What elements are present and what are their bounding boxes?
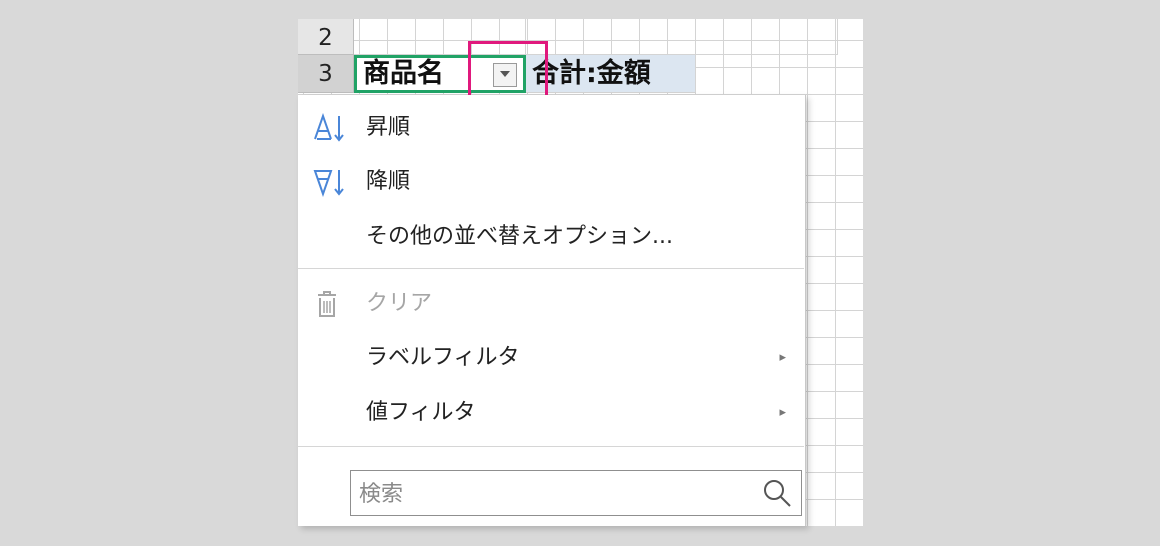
menu-label-clear: クリア: [366, 291, 433, 316]
sort-descending-icon: [313, 170, 344, 197]
row-header-2[interactable]: 2: [298, 19, 354, 55]
menu-label-more-sort-options: その他の並べ替えオプション...: [366, 224, 673, 249]
submenu-arrow-icon: ▸: [779, 405, 786, 420]
search-input[interactable]: [357, 477, 751, 511]
search-icon[interactable]: [761, 477, 793, 509]
menu-label-sort-ascending: 昇順: [366, 115, 411, 140]
menu-item-clear: クリア: [298, 279, 804, 329]
row-header-3[interactable]: 3: [298, 55, 354, 93]
menu-item-sort-descending[interactable]: 降順: [298, 157, 804, 207]
menu-item-label-filter[interactable]: ラベルフィルタ ▸: [298, 333, 804, 383]
menu-item-more-sort-options[interactable]: その他の並べ替えオプション...: [298, 212, 804, 262]
menu-label-value-filter: 値フィルタ: [366, 400, 476, 425]
filter-menu: 昇順 降順 その他の並べ替えオプション... クリア ラベルフィルタ ▸ 値フィ…: [298, 95, 806, 526]
submenu-arrow-icon: ▸: [779, 350, 786, 365]
menu-item-sort-ascending[interactable]: 昇順: [298, 103, 804, 153]
search-box[interactable]: [350, 470, 802, 516]
menu-label-sort-descending: 降順: [366, 169, 411, 194]
cell-c2[interactable]: [696, 19, 838, 55]
menu-label-label-filter: ラベルフィルタ: [366, 345, 520, 370]
menu-separator: [298, 268, 804, 269]
cell-b2[interactable]: [526, 19, 696, 55]
sort-ascending-icon: [314, 113, 344, 142]
menu-separator: [298, 446, 804, 447]
trash-icon: [318, 291, 336, 317]
menu-item-value-filter[interactable]: 値フィルタ ▸: [298, 388, 804, 438]
cell-b3[interactable]: 合計:金額: [526, 55, 696, 93]
